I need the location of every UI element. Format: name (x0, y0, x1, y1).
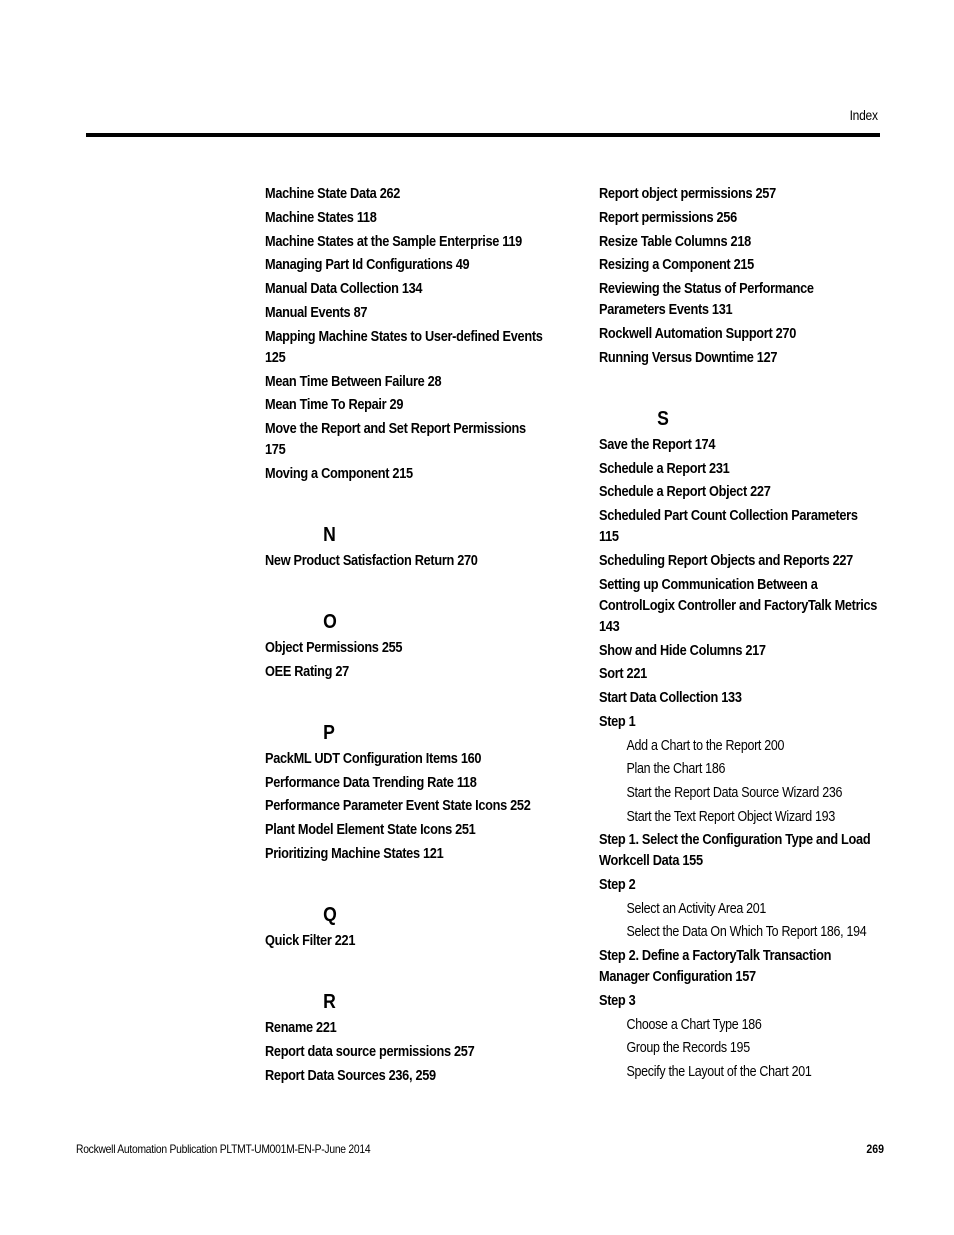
index-entry[interactable]: Show and Hide Columns 217 (599, 641, 879, 662)
index-entry-step-1[interactable]: Step 1 (599, 712, 879, 733)
index-entry[interactable]: Manual Events 87 (265, 303, 545, 324)
index-entry[interactable]: Running Versus Downtime 127 (599, 348, 879, 369)
index-subentry[interactable]: Select the Data On Which To Report 186, … (599, 922, 910, 943)
index-entry[interactable]: Start Data Collection 133 (599, 688, 879, 709)
index-entry[interactable]: Schedule a Report Object 227 (599, 482, 879, 503)
index-entry[interactable]: Scheduled Part Count Collection Paramete… (599, 506, 879, 548)
index-entry[interactable]: Report object permissions 257 (599, 184, 879, 205)
index-letter-heading-p: P (323, 721, 335, 744)
header-rule (86, 133, 880, 137)
index-group-p: PackML UDT Configuration Items 160 Perfo… (265, 749, 565, 865)
index-group-q: Quick Filter 221 (265, 931, 565, 952)
index-letter-heading-s: S (657, 407, 669, 430)
index-entry[interactable]: Performance Data Trending Rate 118 (265, 773, 545, 794)
index-entry[interactable]: Report Data Sources 236, 259 (265, 1066, 545, 1087)
index-group-n: New Product Satisfaction Return 270 (265, 551, 565, 572)
index-entry[interactable]: Scheduling Report Objects and Reports 22… (599, 551, 879, 572)
index-entry[interactable]: Mean Time Between Failure 28 (265, 372, 545, 393)
index-subentry[interactable]: Choose a Chart Type 186 (599, 1015, 910, 1036)
index-entry[interactable]: Prioritizing Machine States 121 (265, 844, 545, 865)
index-subentry[interactable]: Start the Report Data Source Wizard 236 (599, 783, 910, 804)
index-entry[interactable]: Machine States 118 (265, 208, 545, 229)
index-entry[interactable]: Rockwell Automation Support 270 (599, 324, 879, 345)
index-subentry[interactable]: Select an Activity Area 201 (599, 899, 910, 920)
index-entry[interactable]: Machine States at the Sample Enterprise … (265, 232, 545, 253)
index-entry-step-3[interactable]: Step 3 (599, 991, 879, 1012)
index-entry[interactable]: Object Permissions 255 (265, 638, 545, 659)
index-entry[interactable]: Move the Report and Set Report Permissio… (265, 419, 545, 461)
index-letter-heading-n: N (323, 523, 336, 546)
index-entry[interactable]: Moving a Component 215 (265, 464, 545, 485)
index-entry[interactable]: Report permissions 256 (599, 208, 879, 229)
index-entry-step-2[interactable]: Step 2 (599, 875, 879, 896)
index-entry[interactable]: Setting up Communication Between a Contr… (599, 575, 879, 638)
index-entry[interactable]: Save the Report 174 (599, 435, 879, 456)
index-entry[interactable]: Sort 221 (599, 664, 879, 685)
index-entry[interactable]: Schedule a Report 231 (599, 459, 879, 480)
index-subentry[interactable]: Specify the Layout of the Chart 201 (599, 1062, 910, 1083)
index-letter-heading-r: R (323, 990, 336, 1013)
index-entry[interactable]: Resizing a Component 215 (599, 255, 879, 276)
index-group-m: Machine State Data 262 Machine States 11… (265, 184, 565, 485)
index-group-r-continued: Report object permissions 257 Report per… (599, 184, 899, 369)
index-entry[interactable]: Manual Data Collection 134 (265, 279, 545, 300)
index-entry[interactable]: Quick Filter 221 (265, 931, 545, 952)
index-column-right: Report object permissions 257 Report per… (599, 184, 899, 1085)
index-group-o: Object Permissions 255 OEE Rating 27 (265, 638, 565, 683)
index-entry[interactable]: New Product Satisfaction Return 270 (265, 551, 545, 572)
index-entry[interactable]: Performance Parameter Event State Icons … (265, 796, 545, 817)
index-entry[interactable]: Mean Time To Repair 29 (265, 395, 545, 416)
index-subentry[interactable]: Add a Chart to the Report 200 (599, 736, 910, 757)
index-letter-heading-o: O (323, 610, 337, 633)
index-entry[interactable]: PackML UDT Configuration Items 160 (265, 749, 545, 770)
footer-page-number: 269 (866, 1142, 884, 1156)
running-header-section-label: Index (849, 107, 878, 123)
index-group-s: Save the Report 174 Schedule a Report 23… (599, 435, 899, 1083)
index-subentry[interactable]: Start the Text Report Object Wizard 193 (599, 807, 910, 828)
footer-publication: Rockwell Automation Publication PLTMT-UM… (76, 1142, 371, 1156)
index-entry[interactable]: Rename 221 (265, 1018, 545, 1039)
index-entry[interactable]: Managing Part Id Configurations 49 (265, 255, 545, 276)
index-entry[interactable]: Resize Table Columns 218 (599, 232, 879, 253)
index-entry[interactable]: Reviewing the Status of Performance Para… (599, 279, 879, 321)
index-subentry[interactable]: Plan the Chart 186 (599, 759, 910, 780)
index-entry[interactable]: Mapping Machine States to User-defined E… (265, 327, 545, 369)
index-entry[interactable]: Report data source permissions 257 (265, 1042, 545, 1063)
index-subentry[interactable]: Group the Records 195 (599, 1038, 910, 1059)
index-group-r: Rename 221 Report data source permission… (265, 1018, 565, 1087)
index-entry[interactable]: OEE Rating 27 (265, 662, 545, 683)
index-letter-heading-q: Q (323, 903, 337, 926)
index-entry[interactable]: Step 1. Select the Configuration Type an… (599, 830, 879, 872)
index-column-left: Machine State Data 262 Machine States 11… (265, 184, 565, 1089)
index-entry[interactable]: Plant Model Element State Icons 251 (265, 820, 545, 841)
index-entry[interactable]: Step 2. Define a FactoryTalk Transaction… (599, 946, 879, 988)
index-entry[interactable]: Machine State Data 262 (265, 184, 545, 205)
